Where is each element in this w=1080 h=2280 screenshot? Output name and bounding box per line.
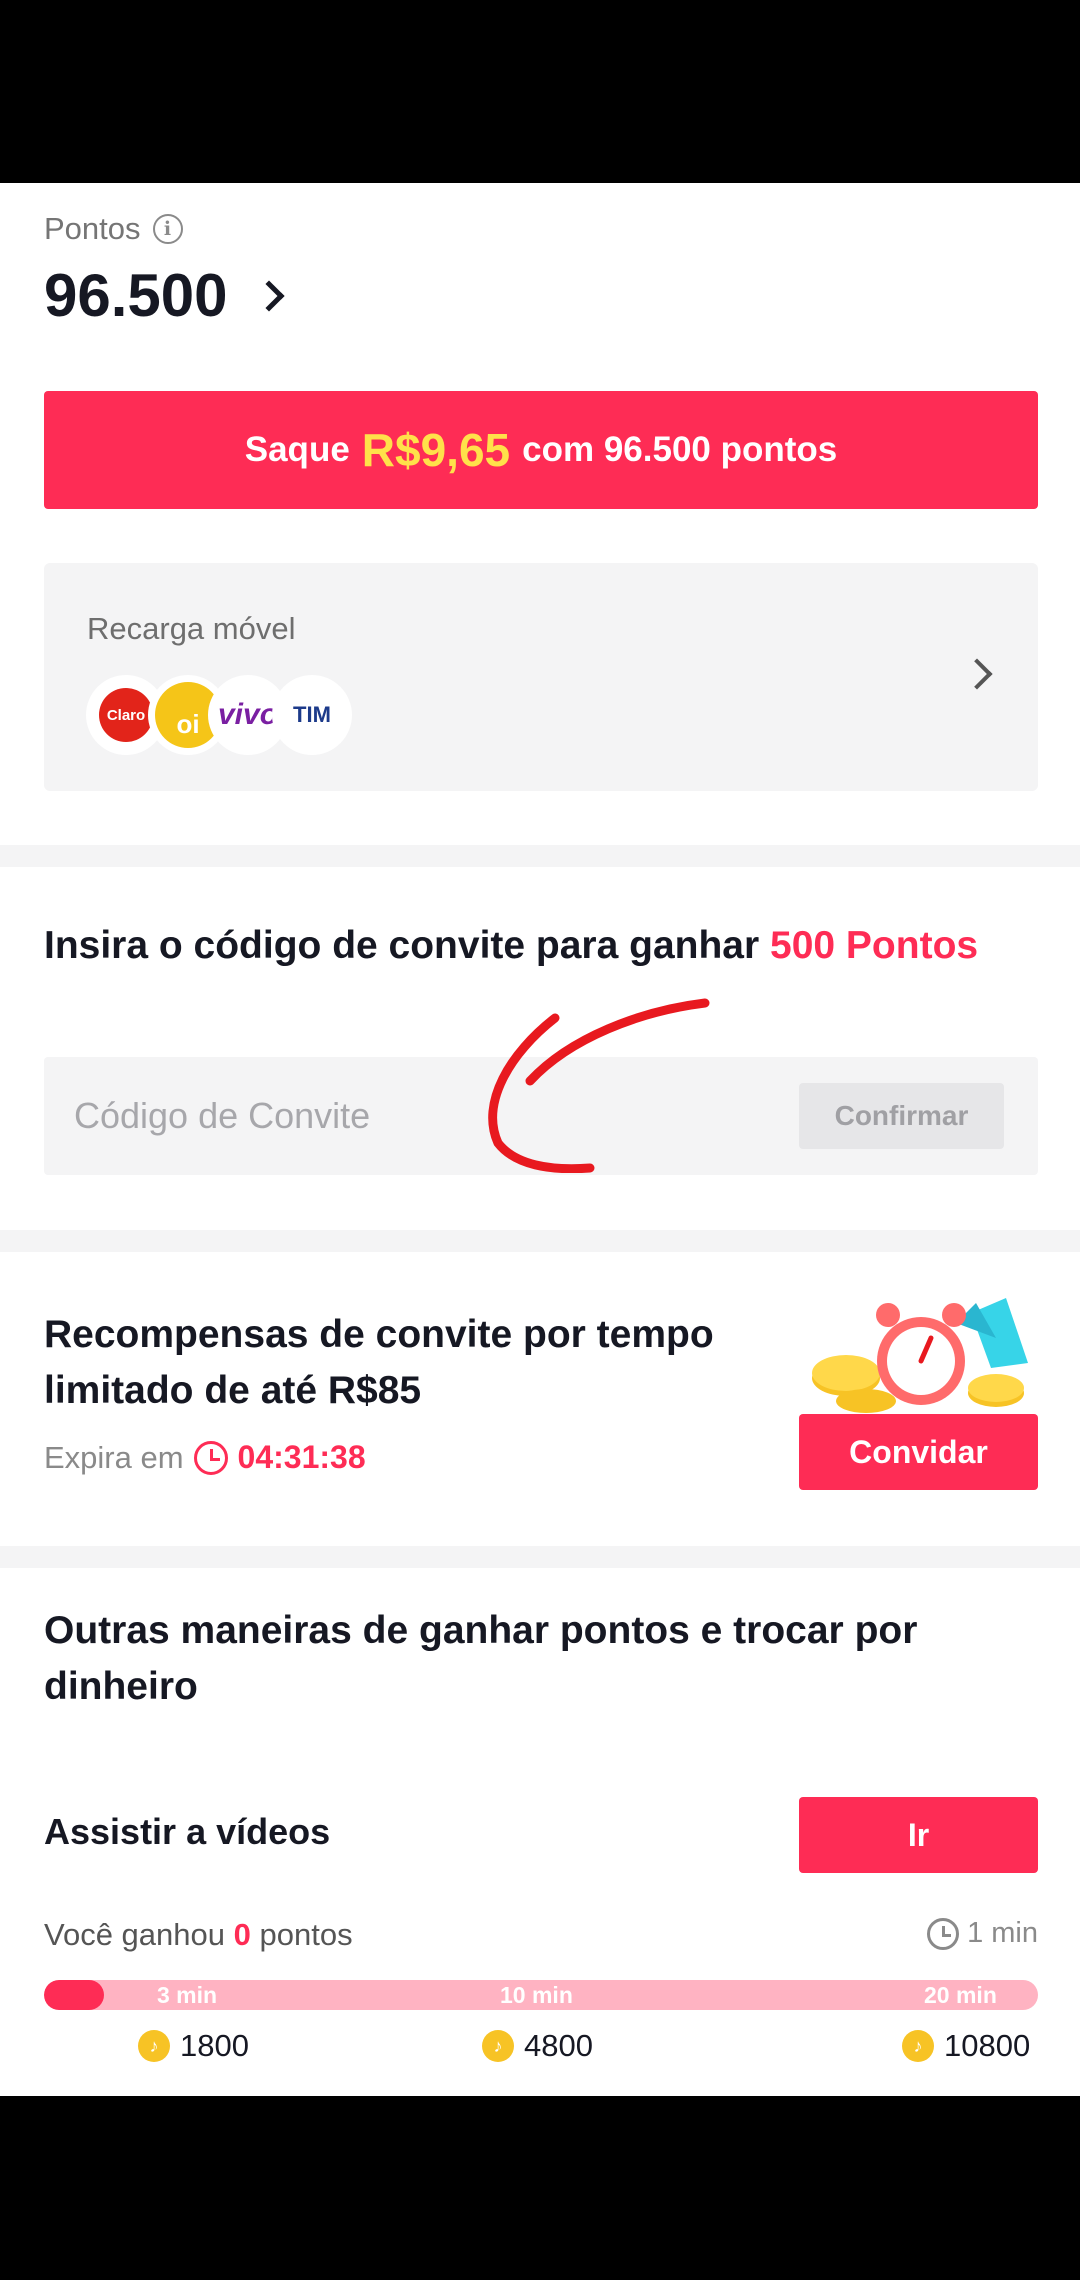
milestone-reward: ♪ 1800 — [138, 2028, 249, 2064]
invite-bonus-points: 500 Pontos — [770, 924, 979, 967]
expiry-row: Expira em 04:31:38 — [44, 1439, 366, 1476]
milestone-time: 20 min — [924, 1982, 997, 2008]
withdraw-suffix: com 96.500 pontos — [522, 430, 838, 469]
other-ways-heading: Outras maneiras de ganhar pontos e troca… — [44, 1609, 918, 1708]
withdraw-amount: R$9,65 — [361, 424, 511, 476]
withdraw-prefix: Saque — [244, 430, 350, 469]
tim-logo: TIM — [272, 675, 352, 755]
milestone-reward: ♪ 10800 — [902, 2028, 1030, 2064]
watch-videos-task: Assistir a vídeos — [44, 1811, 331, 1852]
earned-points-text: Você ganhou 0 pontos — [44, 1917, 353, 1952]
duration-value: 1 min — [967, 1917, 1038, 1949]
watched-duration: 1 min — [927, 1917, 1038, 1950]
coin-icon: ♪ — [138, 2030, 170, 2062]
points-value: 96.500 — [44, 262, 228, 329]
clock-icon — [193, 1440, 228, 1475]
coin-icon: ♪ — [902, 2030, 934, 2062]
invite-code-heading: Insira o código de convite para ganhar 5… — [44, 924, 979, 967]
points-label: Pontos — [44, 211, 141, 246]
mobile-recharge-title: Recarga móvel — [87, 611, 296, 646]
carrier-logos: Claro oi vivo TIM — [86, 675, 356, 755]
expiry-label: Expira em — [44, 1439, 184, 1475]
countdown-timer: 04:31:38 — [237, 1439, 366, 1475]
info-icon[interactable]: i — [152, 214, 183, 244]
rewards-page: Pontos i 96.500 Saque R$9,65 com 96.500 … — [0, 183, 1080, 2096]
mobile-recharge-card[interactable]: Recarga móvel Claro oi vivo TIM — [44, 563, 1038, 791]
coin-icon: ♪ — [482, 2030, 514, 2062]
withdraw-button[interactable]: Saque R$9,65 com 96.500 pontos — [44, 391, 1038, 509]
section-divider — [0, 1230, 1080, 1252]
status-bar-area — [0, 0, 1080, 183]
invite-rewards-heading: Recompensas de convite por tempo limitad… — [44, 1313, 714, 1412]
points-balance-link[interactable]: 96.500 — [44, 261, 285, 330]
clock-icon — [927, 1917, 960, 1950]
go-button[interactable]: Ir — [799, 1797, 1038, 1873]
hand-drawn-arrow-annotation — [488, 998, 710, 1173]
watch-progress-fill — [44, 1980, 104, 2010]
milestone-time: 10 min — [500, 1982, 573, 2008]
invite-button[interactable]: Convidar — [799, 1414, 1038, 1490]
navigation-bar-area — [0, 2096, 1080, 2280]
earned-points-value: 0 — [233, 1917, 251, 1952]
section-divider — [0, 845, 1080, 867]
points-label-row: Pontos i — [44, 211, 183, 247]
chevron-right-icon — [961, 658, 993, 690]
section-divider — [0, 1546, 1080, 1568]
alarm-clock-coins-illustration — [812, 1298, 1028, 1413]
milestone-reward: ♪ 4800 — [482, 2028, 593, 2064]
chevron-right-icon — [252, 279, 285, 312]
confirm-button[interactable]: Confirmar — [799, 1083, 1004, 1149]
milestone-time: 3 min — [157, 1982, 218, 2008]
